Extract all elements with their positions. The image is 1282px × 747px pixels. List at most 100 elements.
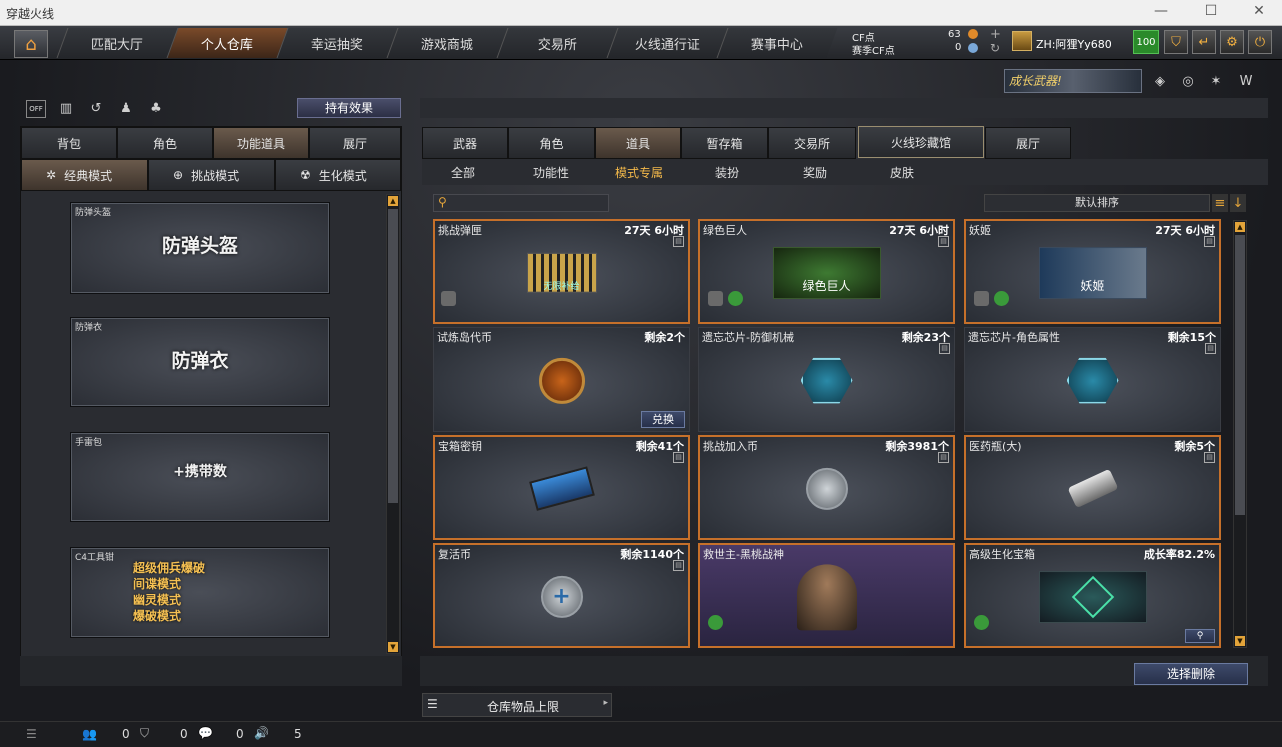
lock-icon[interactable]: ▤ [1204, 236, 1215, 247]
vip-button[interactable]: ⛉ [1164, 30, 1188, 54]
cat-mode[interactable]: 模式专属 [615, 164, 663, 181]
wrench-icon[interactable]: ✶ [1206, 71, 1226, 91]
soldier-art [796, 563, 857, 630]
refresh-icon[interactable]: ↻ [990, 41, 1000, 55]
toggle-off-icon[interactable]: OFF [26, 100, 46, 118]
left-item-armor[interactable]: 防弹衣 防弹衣 [70, 317, 330, 407]
item-card[interactable]: 高级生化宝箱 成长率82.2% ⚲ [964, 543, 1221, 648]
bio-badge-icon [708, 615, 723, 630]
nav-tab-match[interactable]: 匹配大厅 [56, 28, 178, 58]
item-card[interactable]: 遗忘芯片-角色属性 剩余15个 ▤ [964, 327, 1221, 432]
close-icon[interactable]: ✕ [1244, 3, 1274, 19]
left-scrollbar[interactable]: ▲ ▼ [386, 194, 400, 654]
cat-function[interactable]: 功能性 [533, 164, 569, 181]
tab-character[interactable]: 角色 [508, 127, 595, 159]
lock-icon[interactable]: ▤ [939, 343, 950, 354]
nav-tab-trade[interactable]: 交易所 [496, 28, 618, 58]
cat-all[interactable]: 全部 [451, 164, 475, 181]
item-card[interactable]: 宝箱密钥 剩余41个 ▤ [433, 435, 690, 540]
power-button[interactable]: ⏻ [1248, 30, 1272, 54]
cat-reward[interactable]: 奖励 [803, 164, 827, 181]
nav-tab-warehouse[interactable]: 个人仓库 [166, 28, 288, 58]
left-scroll-thumb[interactable] [388, 209, 398, 503]
item-card[interactable]: 妖姬 27天 6小时 ▤ 妖姬 [964, 219, 1221, 324]
shield-status-icon[interactable]: ⛉ [140, 726, 149, 741]
add-cf-icon[interactable]: + [990, 27, 1001, 42]
menu-list-icon[interactable]: ☰ [26, 727, 37, 741]
badge-icon[interactable]: ◈ [1150, 71, 1170, 91]
right-scroll-thumb[interactable] [1235, 235, 1245, 515]
stats-icon[interactable]: ▥ [56, 98, 76, 118]
left-tab-gallery[interactable]: 展厅 [309, 127, 401, 159]
keycard-icon [528, 465, 595, 511]
lock-icon[interactable]: ▤ [1204, 452, 1215, 463]
bio-box-icon [1038, 570, 1147, 623]
right-scrollbar[interactable]: ▲ ▼ [1233, 220, 1247, 648]
bag-icon[interactable]: ♣ [146, 98, 166, 118]
item-card[interactable]: 医药瓶(大) 剩余5个 ▤ [964, 435, 1221, 540]
window-title: 穿越火线 [6, 7, 55, 21]
effect-button[interactable]: 持有效果 [297, 98, 401, 118]
lock-icon[interactable]: ▤ [1205, 343, 1216, 354]
minimize-icon[interactable]: — [1146, 3, 1176, 19]
back-button[interactable]: ↵ [1192, 30, 1216, 54]
exchange-button[interactable]: 兑换 [641, 411, 685, 428]
tab-exchange[interactable]: 交易所 [768, 127, 856, 159]
nav-tab-events[interactable]: 赛事中心 [716, 28, 838, 58]
preview-button[interactable]: ⚲ [1185, 629, 1215, 643]
item-card[interactable]: 绿色巨人 27天 6小时 ▤ 绿色巨人 [698, 219, 955, 324]
cf-value: 63 [948, 29, 961, 40]
mode-classic[interactable]: ✲ 经典模式 [21, 159, 148, 191]
nav-tab-pass[interactable]: 火线通行证 [606, 28, 728, 58]
mode-zombie[interactable]: ☢ 生化模式 [275, 159, 401, 191]
tab-items[interactable]: 道具 [595, 127, 681, 159]
capacity-bar[interactable]: ☰ 仓库物品上限 ▸ [422, 693, 612, 717]
sort-arrow-icon[interactable]: ↓ [1230, 194, 1246, 212]
history-icon[interactable]: ↺ [86, 98, 106, 118]
lock-icon[interactable]: ▤ [938, 236, 949, 247]
item-card[interactable]: 挑战加入币 剩余3981个 ▤ [698, 435, 955, 540]
nav-tab-lottery[interactable]: 幸运抽奖 [276, 28, 398, 58]
item-card[interactable]: 试炼岛代币 剩余2个 兑换 [433, 327, 690, 432]
lock-icon[interactable]: ▤ [673, 560, 684, 571]
tab-weapon[interactable]: 武器 [422, 127, 508, 159]
settings-button[interactable]: ⚙ [1220, 30, 1244, 54]
chat-icon[interactable]: 💬 [198, 726, 213, 740]
lock-icon[interactable]: ▤ [938, 452, 949, 463]
volume-icon[interactable]: 🔊 [254, 726, 269, 740]
tab-storage[interactable]: 暂存箱 [681, 127, 768, 159]
left-item-helmet[interactable]: 防弹头盔 防弹头盔 [70, 202, 330, 294]
w-icon[interactable]: W [1234, 71, 1258, 91]
nav-tab-shop[interactable]: 游戏商城 [386, 28, 508, 58]
sort-dropdown[interactable]: 默认排序 [984, 194, 1210, 212]
mode-challenge[interactable]: ⊕ 挑战模式 [148, 159, 275, 191]
lock-icon[interactable]: ▤ [673, 452, 684, 463]
item-card[interactable]: 救世主-黑桃战神 [698, 543, 955, 648]
item-card[interactable]: 遗忘芯片-防御机械 剩余23个 ▤ [698, 327, 955, 432]
left-item-c4[interactable]: C4工具钳 超级佣兵爆破 间谍模式 幽灵模式 爆破模式 [70, 547, 330, 638]
left-tab-function[interactable]: 功能道具 [213, 127, 309, 159]
level-badge[interactable]: 100 [1133, 30, 1159, 54]
item-card[interactable]: 挑战弹匣 27天 6小时 ▤ 无限补给 [433, 219, 690, 324]
home-button[interactable]: ⌂ [14, 30, 48, 58]
username[interactable]: ZH:阿狸Yy680 [1036, 36, 1112, 52]
tab-collection[interactable]: 火线珍藏馆 [858, 126, 984, 158]
target-icon[interactable]: ◎ [1178, 71, 1198, 91]
delete-select-button[interactable]: 选择删除 [1134, 663, 1248, 685]
people-icon[interactable]: 👥 [82, 727, 97, 741]
left-tab-character[interactable]: 角色 [117, 127, 213, 159]
lock-icon[interactable]: ▤ [673, 236, 684, 247]
tab-gallery[interactable]: 展厅 [985, 127, 1071, 159]
list-view-icon[interactable]: ≡ [1212, 194, 1228, 212]
character-icon[interactable]: ♟ [116, 98, 136, 118]
item-card[interactable]: 复活币 剩余1140个 ▤ + [433, 543, 690, 648]
rank-icon [1012, 31, 1032, 51]
maximize-icon[interactable]: ☐ [1196, 3, 1226, 19]
left-tab-bag[interactable]: 背包 [21, 127, 117, 159]
left-item-grenade[interactable]: 手雷包 +携带数 [70, 432, 330, 522]
cat-skin[interactable]: 皮肤 [890, 164, 914, 181]
cat-decor[interactable]: 装扮 [715, 164, 739, 181]
growth-weapon-banner[interactable]: 成长武器! [1004, 69, 1142, 93]
search-input[interactable]: ⚲ [433, 194, 609, 212]
revive-coin-icon: + [540, 575, 583, 618]
